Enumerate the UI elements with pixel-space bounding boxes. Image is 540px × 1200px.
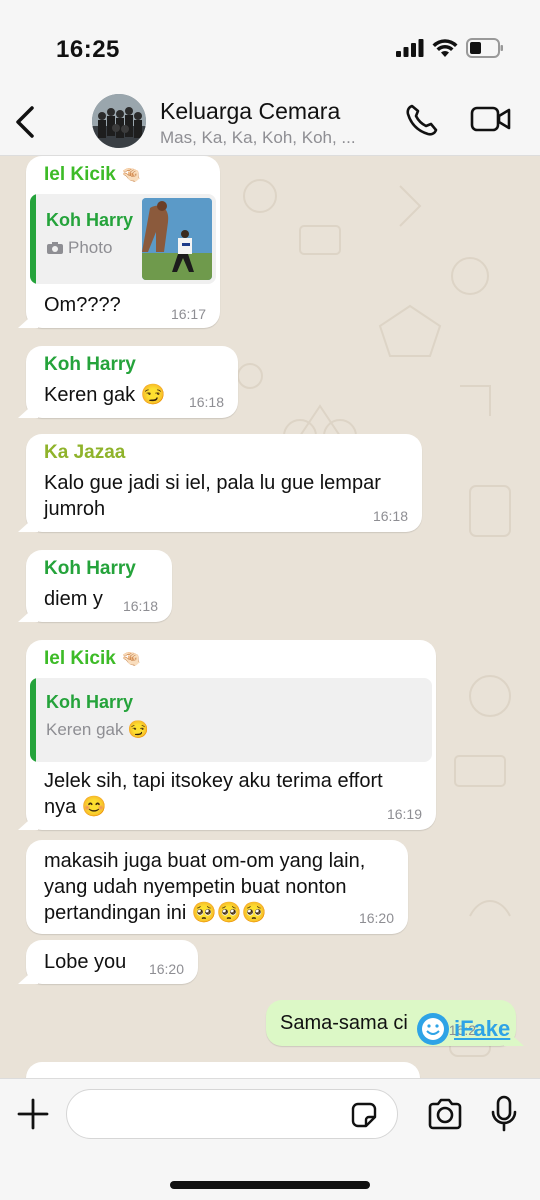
message-time: 16:20 bbox=[148, 961, 184, 977]
message-text-line: pertandingan ini 🥺🥺🥺 bbox=[44, 902, 267, 924]
battery-icon bbox=[466, 38, 504, 63]
composer-bar bbox=[0, 1078, 540, 1200]
message-time: 16:18 bbox=[122, 598, 158, 614]
chevron-left-icon bbox=[16, 106, 34, 138]
pinching-hand-emoji: 🤏🏻 bbox=[121, 651, 142, 668]
message-text-line: yang udah nyempetin buat nonton bbox=[44, 876, 347, 898]
video-call-button[interactable] bbox=[470, 104, 512, 134]
message-bubble[interactable]: Iel Kicik 🤏🏻 Koh Harry Keren gak 😏 Jelek… bbox=[26, 640, 436, 830]
reply-text: Photo bbox=[46, 238, 112, 258]
group-avatar[interactable] bbox=[92, 94, 146, 148]
message-text-line: Jelek sih, tapi itsokey aku terima effor… bbox=[44, 770, 383, 792]
chat-area[interactable]: Iel Kicik 🤏🏻 Koh Harry Photo Om???? 16:1… bbox=[0, 156, 540, 1078]
message-text: Keren gak 😏 bbox=[44, 384, 166, 406]
message-text-line: nya 😊 bbox=[44, 796, 107, 818]
message-sender: Koh Harry bbox=[44, 354, 136, 375]
smirk-emoji: 😏 bbox=[127, 720, 149, 739]
watermark: iFake bbox=[416, 1012, 510, 1046]
message-time: 16:19 bbox=[386, 806, 422, 822]
message-bubble[interactable]: Iel Kicik 🤏🏻 Koh Harry Photo Om???? 16:1… bbox=[26, 156, 220, 328]
home-indicator[interactable] bbox=[170, 1181, 370, 1189]
sticker-button[interactable] bbox=[350, 1101, 378, 1129]
cellular-signal-icon bbox=[396, 39, 424, 62]
reply-sender: Koh Harry bbox=[46, 692, 134, 712]
camera-button[interactable] bbox=[426, 1097, 464, 1131]
smirk-emoji: 😏 bbox=[140, 384, 166, 406]
status-bar: 16:25 bbox=[0, 0, 540, 92]
chat-title[interactable]: Keluarga Cemara bbox=[160, 98, 340, 125]
message-text: Om???? bbox=[44, 294, 121, 316]
message-time: 16:20 bbox=[358, 910, 394, 926]
reply-text: Keren gak 😏 bbox=[46, 720, 149, 739]
message-bubble[interactable]: Koh Harry Keren gak 😏 16:18 bbox=[26, 346, 238, 418]
status-icons bbox=[396, 38, 504, 63]
back-button[interactable] bbox=[10, 102, 40, 142]
camera-icon bbox=[47, 242, 63, 254]
reply-photo-thumbnail[interactable] bbox=[142, 198, 212, 280]
message-sender: Iel Kicik 🤏🏻 bbox=[44, 164, 142, 185]
message-bubble[interactable]: Koh Harry diem y 16:18 bbox=[26, 550, 172, 622]
message-sender: Iel Kicik 🤏🏻 bbox=[44, 648, 142, 669]
status-time: 16:25 bbox=[56, 36, 120, 63]
message-text: diem y bbox=[44, 588, 103, 610]
sticker-icon bbox=[351, 1102, 377, 1128]
ifake-logo-icon bbox=[417, 1013, 449, 1045]
reply-sender: Koh Harry bbox=[46, 210, 134, 230]
message-time: 16:17 bbox=[170, 306, 206, 322]
camera-icon bbox=[428, 1098, 462, 1130]
message-bubble[interactable]: Lobe you 16:20 bbox=[26, 940, 198, 984]
message-sender: Koh Harry bbox=[44, 558, 136, 579]
pinching-hand-emoji: 🤏🏻 bbox=[121, 167, 142, 184]
microphone-button[interactable] bbox=[490, 1095, 518, 1133]
video-camera-icon bbox=[470, 106, 511, 132]
chat-header: Keluarga Cemara Mas, Ka, Ka, Koh, Koh, .… bbox=[0, 92, 540, 156]
message-text-line: jumroh bbox=[44, 498, 106, 520]
reply-quote[interactable]: Koh Harry Keren gak 😏 bbox=[30, 678, 432, 762]
wifi-icon bbox=[432, 38, 458, 63]
message-bubble-partial[interactable] bbox=[26, 1062, 420, 1078]
message-bubble[interactable]: makasih juga buat om-om yang lain, yang … bbox=[26, 840, 408, 934]
message-text-line: makasih juga buat om-om yang lain, bbox=[44, 850, 366, 872]
chat-participants[interactable]: Mas, Ka, Ka, Koh, Koh, ... bbox=[160, 128, 400, 148]
message-sender: Ka Jazaa bbox=[44, 442, 126, 463]
plus-icon bbox=[17, 1098, 49, 1130]
message-time: 16:18 bbox=[188, 394, 224, 410]
attach-button[interactable] bbox=[16, 1097, 50, 1131]
smile-emoji: 😊 bbox=[81, 796, 107, 818]
message-bubble[interactable]: Ka Jazaa Kalo gue jadi si iel, pala lu g… bbox=[26, 434, 422, 532]
message-text: Sama-sama ci bbox=[280, 1012, 408, 1034]
message-text-line: Kalo gue jadi si iel, pala lu gue lempar bbox=[44, 472, 381, 494]
microphone-icon bbox=[491, 1095, 517, 1132]
voice-call-button[interactable] bbox=[404, 102, 440, 138]
reply-quote[interactable]: Koh Harry Photo bbox=[30, 194, 216, 284]
phone-icon bbox=[406, 104, 438, 136]
message-text: Lobe you bbox=[44, 951, 127, 973]
message-input[interactable] bbox=[66, 1089, 398, 1139]
pleading-face-emoji: 🥺🥺🥺 bbox=[191, 902, 267, 924]
watermark-text: iFake bbox=[454, 1016, 511, 1041]
message-time: 16:18 bbox=[372, 508, 408, 524]
